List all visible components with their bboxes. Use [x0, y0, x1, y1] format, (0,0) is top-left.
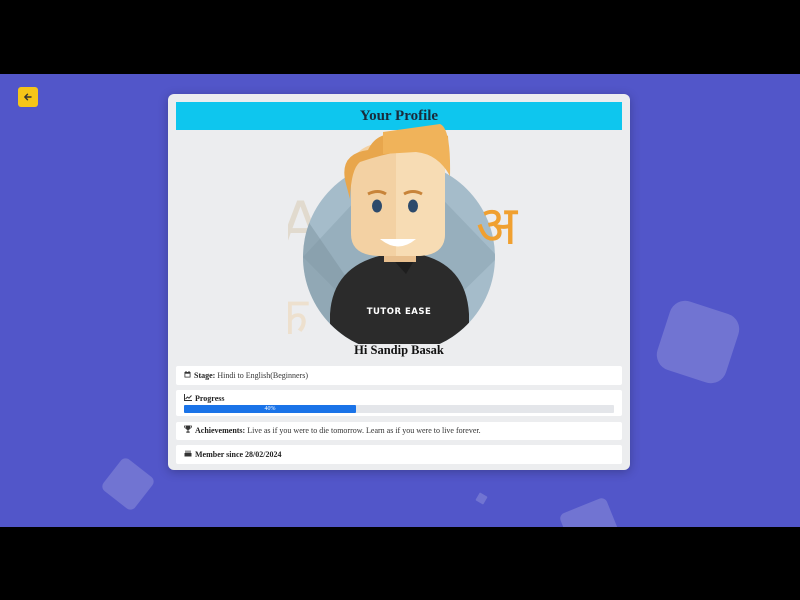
back-button[interactable] — [18, 87, 38, 107]
stage-value: Hindi to English(Beginners) — [217, 371, 308, 380]
shirt-logo-text: TUTOR EASE — [367, 307, 432, 317]
letter-ka-decoration: क — [288, 287, 309, 344]
profile-card: Your Profile A क TUTOR EASE — [168, 94, 630, 470]
letter-a-hindi-decoration: अ — [476, 194, 519, 257]
member-since-label: Member since 28/02/2024 — [195, 450, 282, 459]
decorative-square — [475, 492, 488, 505]
progress-row: Progress 40% — [176, 390, 622, 416]
avatar: A क TUTOR EASE — [268, 114, 528, 353]
trophy-icon — [184, 422, 192, 440]
greeting: Hi Sandip Basak — [354, 343, 444, 357]
progress-label: Progress — [195, 394, 225, 403]
decorative-square — [99, 455, 157, 513]
progress-bar: 40% — [184, 405, 614, 413]
calendar-icon — [184, 366, 191, 385]
chart-line-icon — [184, 393, 192, 405]
stage-row: Stage: Hindi to English(Beginners) — [176, 366, 622, 385]
decorative-square — [558, 496, 624, 527]
member-row: Member since 28/02/2024 — [176, 445, 622, 464]
cake-icon — [184, 445, 192, 464]
progress-bar-fill: 40% — [184, 405, 356, 413]
app-viewport: Your Profile A क TUTOR EASE — [0, 74, 800, 527]
achievements-label: Achievements: — [195, 426, 246, 435]
achievements-row: Achievements: Live as if you were to die… — [176, 422, 622, 440]
decorative-square — [652, 296, 744, 388]
achievements-value: Live as if you were to die tomorrow. Lea… — [247, 426, 481, 435]
arrow-left-icon — [24, 93, 32, 101]
stage-label: Stage: — [194, 371, 216, 380]
